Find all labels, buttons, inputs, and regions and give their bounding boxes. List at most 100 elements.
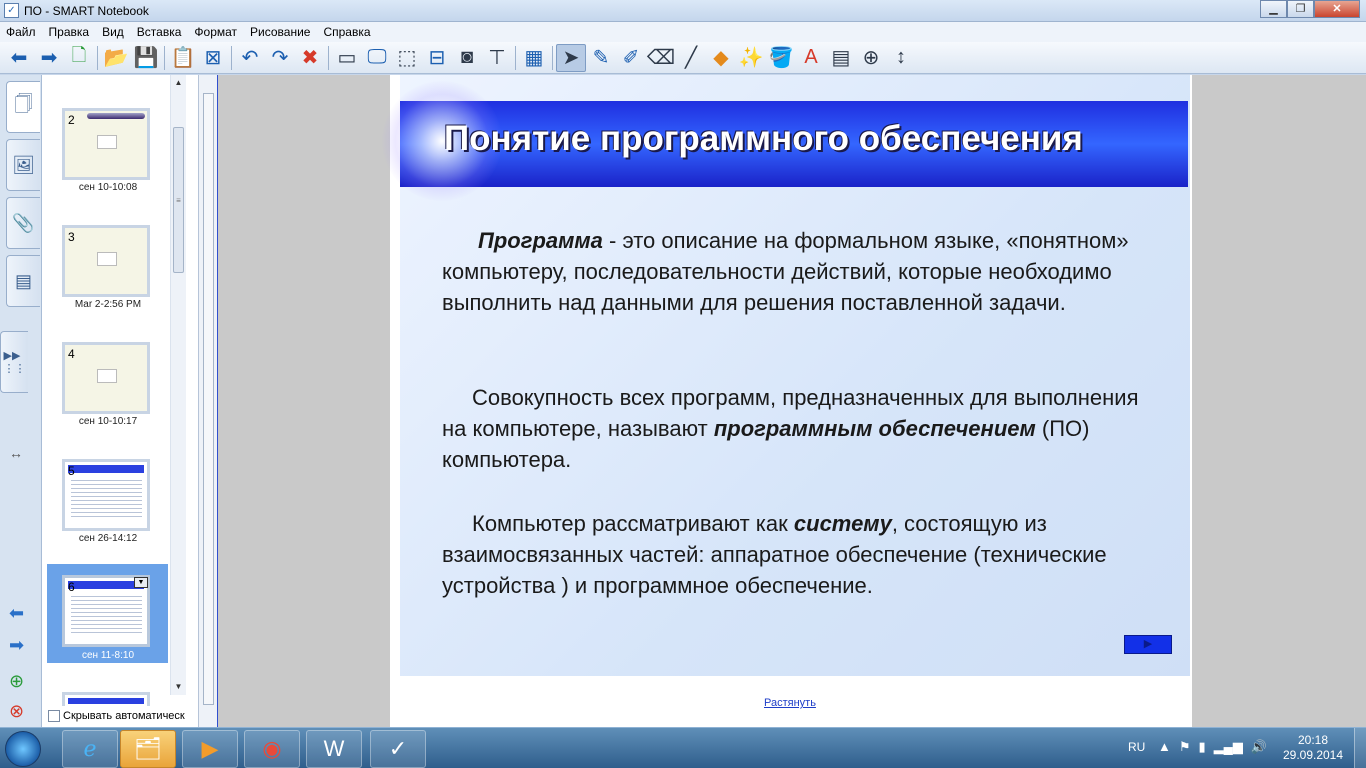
document-camera-icon[interactable]: ⊤: [482, 44, 512, 72]
thumbnail-image: [97, 369, 117, 383]
menu-help[interactable]: Справка: [323, 25, 370, 39]
next-page-icon[interactable]: ➡: [9, 635, 24, 656]
page-thumbnail[interactable]: [62, 692, 150, 706]
stretch-link[interactable]: Растянуть: [764, 697, 816, 709]
thumbnail-title-bar: [68, 698, 144, 704]
tab-properties[interactable]: ▤: [6, 255, 40, 307]
page-thumbnail[interactable]: 2: [62, 108, 150, 180]
back-arrow-icon[interactable]: ⬅: [4, 44, 34, 72]
menu-file[interactable]: Файл: [6, 25, 36, 39]
minimize-icon: ▁: [1269, 3, 1278, 15]
thumbnail-image: [97, 135, 117, 149]
panel-splitter[interactable]: [198, 75, 219, 727]
tab-gallery[interactable]: 🖼: [6, 139, 40, 191]
magic-pen-icon[interactable]: ✨: [736, 44, 766, 72]
capture-toolbar-icon[interactable]: ⬚: [392, 44, 422, 72]
camera-icon[interactable]: ◙: [452, 44, 482, 72]
properties-icon[interactable]: ▤: [826, 44, 856, 72]
menu-draw[interactable]: Рисование: [250, 25, 310, 39]
taskbar-notebook[interactable]: ✓: [370, 730, 426, 768]
fill-icon[interactable]: 🪣: [766, 44, 796, 72]
tab-attachments[interactable]: 📎: [6, 197, 40, 249]
creative-pen-icon[interactable]: ✐: [616, 44, 646, 72]
expand-panel-button[interactable]: ▶▶ ⋮⋮: [0, 331, 28, 393]
add-page-icon[interactable]: ⊕: [9, 671, 24, 692]
system-tray: ▲ ⚑ ▮ ▂▄▆ 🔊: [1158, 739, 1267, 755]
thumbnail-menu-button[interactable]: ▼: [134, 577, 148, 588]
thumbnail-caption: сен 26-14:12: [78, 533, 138, 544]
screen-shade-icon[interactable]: ▭: [332, 44, 362, 72]
scroll-thumb[interactable]: ≡: [173, 127, 184, 273]
minimize-button[interactable]: ▁: [1260, 0, 1287, 18]
menu-edit[interactable]: Правка: [49, 25, 90, 39]
previous-page-icon[interactable]: ⬅: [9, 603, 24, 624]
taskbar-word[interactable]: W: [306, 730, 362, 768]
menu-view[interactable]: Вид: [102, 25, 124, 39]
thumbnail-number: 6: [68, 580, 75, 594]
delete-icon[interactable]: ✖: [295, 44, 325, 72]
splitter-handle[interactable]: [203, 93, 214, 705]
thumbnail-number: 2: [68, 113, 75, 127]
undo-icon[interactable]: ↶: [235, 44, 265, 72]
language-indicator[interactable]: RU: [1128, 740, 1145, 754]
properties-icon: ▤: [14, 270, 32, 291]
redo-icon[interactable]: ↷: [265, 44, 295, 72]
pen-icon[interactable]: ✎: [586, 44, 616, 72]
action-center-icon[interactable]: ⚑: [1179, 739, 1191, 755]
thumbnail-bar: [87, 113, 145, 119]
select-arrow-icon[interactable]: ➤: [556, 43, 586, 72]
line-icon[interactable]: ╱: [676, 44, 706, 72]
tab-page-sorter[interactable]: 🗍: [6, 81, 40, 133]
measurement-icon[interactable]: ⊕: [856, 44, 886, 72]
scroll-up-icon[interactable]: ▲: [171, 75, 186, 91]
menu-format[interactable]: Формат: [194, 25, 237, 39]
page-thumbnail-selected[interactable]: 6 ▼: [62, 575, 150, 647]
move-toolbar-icon[interactable]: ↕: [886, 44, 916, 72]
thumbnail-caption: сен 10-10:08: [78, 182, 138, 193]
text-icon[interactable]: A: [796, 44, 826, 72]
scroll-down-icon[interactable]: ▼: [171, 679, 186, 695]
auto-hide-option[interactable]: Скрывать автоматическ: [48, 710, 185, 722]
forward-arrow-icon[interactable]: ➡: [34, 44, 64, 72]
slide: Понятие программного обеспечения Програм…: [382, 75, 1190, 676]
thumbnail-number: 5: [68, 464, 75, 478]
save-icon[interactable]: 💾: [131, 44, 161, 72]
paste-icon[interactable]: 📋: [168, 44, 198, 72]
delete-page-icon[interactable]: ⊠: [198, 44, 228, 72]
dual-view-icon[interactable]: ⊟: [422, 44, 452, 72]
taskbar-media[interactable]: ▶: [182, 730, 238, 768]
chevron-down-icon: ▼: [137, 579, 145, 586]
display-icon[interactable]: 🖵: [362, 44, 392, 72]
open-folder-icon[interactable]: 📂: [101, 44, 131, 72]
next-slide-button[interactable]: ▶: [1124, 635, 1172, 654]
show-hidden-icons-icon[interactable]: ▲: [1158, 739, 1171, 755]
page-thumbnail[interactable]: 3: [62, 225, 150, 297]
delete-page-icon[interactable]: ⊗: [9, 701, 24, 722]
menu-insert[interactable]: Вставка: [137, 25, 182, 39]
auto-hide-checkbox[interactable]: [48, 710, 60, 722]
taskbar-explorer[interactable]: 🗂: [120, 730, 176, 768]
volume-icon[interactable]: 🔊: [1251, 739, 1267, 755]
window-controls: ▁ ❐ ✕: [1260, 0, 1360, 18]
notebook-page[interactable]: Понятие программного обеспечения Програм…: [382, 75, 1192, 727]
taskbar-chrome[interactable]: ◉: [244, 730, 300, 768]
taskbar-ie[interactable]: ℯ: [62, 730, 118, 768]
network-icon[interactable]: ▮: [1199, 739, 1206, 755]
eraser-icon[interactable]: ⌫: [646, 44, 676, 72]
clock[interactable]: 20:18 29.09.2014: [1280, 733, 1346, 763]
shape-icon[interactable]: ◆: [706, 44, 736, 72]
signal-icon[interactable]: ▂▄▆: [1214, 739, 1243, 755]
close-button[interactable]: ✕: [1314, 0, 1360, 18]
page-thumbnail[interactable]: 5: [62, 459, 150, 531]
sorter-scrollbar[interactable]: ▲ ≡ ▼: [170, 75, 186, 695]
show-desktop-button[interactable]: [1354, 728, 1366, 768]
restore-button[interactable]: ❐: [1287, 0, 1314, 18]
add-page-icon[interactable]: 🗋: [64, 44, 94, 72]
toolbar-separator: [231, 45, 232, 70]
page-thumbnail[interactable]: 4: [62, 342, 150, 414]
table-icon[interactable]: ▦: [519, 44, 549, 72]
term-program: Программа: [478, 228, 603, 253]
resize-arrows-icon[interactable]: ↔: [9, 445, 23, 461]
workspace: Понятие программного обеспечения Програм…: [218, 75, 1366, 727]
start-button[interactable]: [5, 731, 41, 767]
